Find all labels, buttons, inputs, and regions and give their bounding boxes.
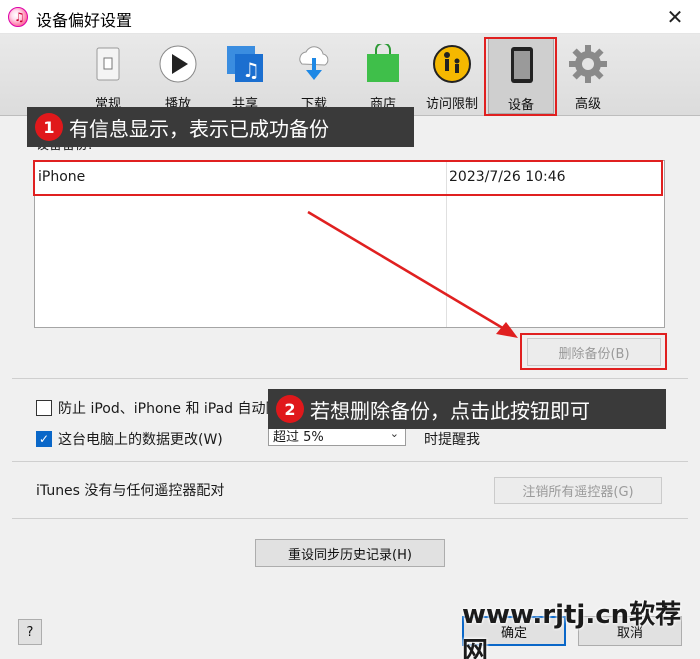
threshold-suffix: 时提醒我 — [424, 432, 480, 448]
annotation-2: 2 若想删除备份，点击此按钮即可 — [268, 389, 666, 429]
annotation-number: 2 — [276, 395, 304, 423]
warn-changes-checkbox[interactable]: ✓ — [36, 431, 52, 447]
annotation-text: 有信息显示，表示已成功备份 — [69, 116, 329, 141]
remotes-label: iTunes 没有与任何遥控器配对 — [36, 483, 225, 499]
warn-changes-option[interactable]: ✓ 这台电脑上的数据更改(W) — [36, 429, 223, 449]
warn-changes-label: 这台电脑上的数据更改(W) — [58, 432, 223, 448]
divider — [12, 461, 688, 462]
reset-sync-history-button[interactable]: 重设同步历史记录(H) — [255, 539, 445, 567]
divider — [12, 378, 688, 379]
delete-backup-button[interactable]: 删除备份(B) — [527, 338, 661, 366]
annotation-text: 若想删除备份，点击此按钮即可 — [310, 398, 590, 423]
annotation-1: 1 有信息显示，表示已成功备份 — [27, 107, 414, 147]
annotation-number: 1 — [35, 113, 63, 141]
unregister-remotes-button[interactable]: 注销所有遥控器(G) — [494, 477, 662, 504]
site-watermark: www.rjtj.cn软荐网 — [462, 600, 682, 659]
divider — [12, 518, 688, 519]
help-button[interactable]: ? — [18, 619, 42, 645]
prevent-sync-checkbox[interactable] — [36, 400, 52, 416]
